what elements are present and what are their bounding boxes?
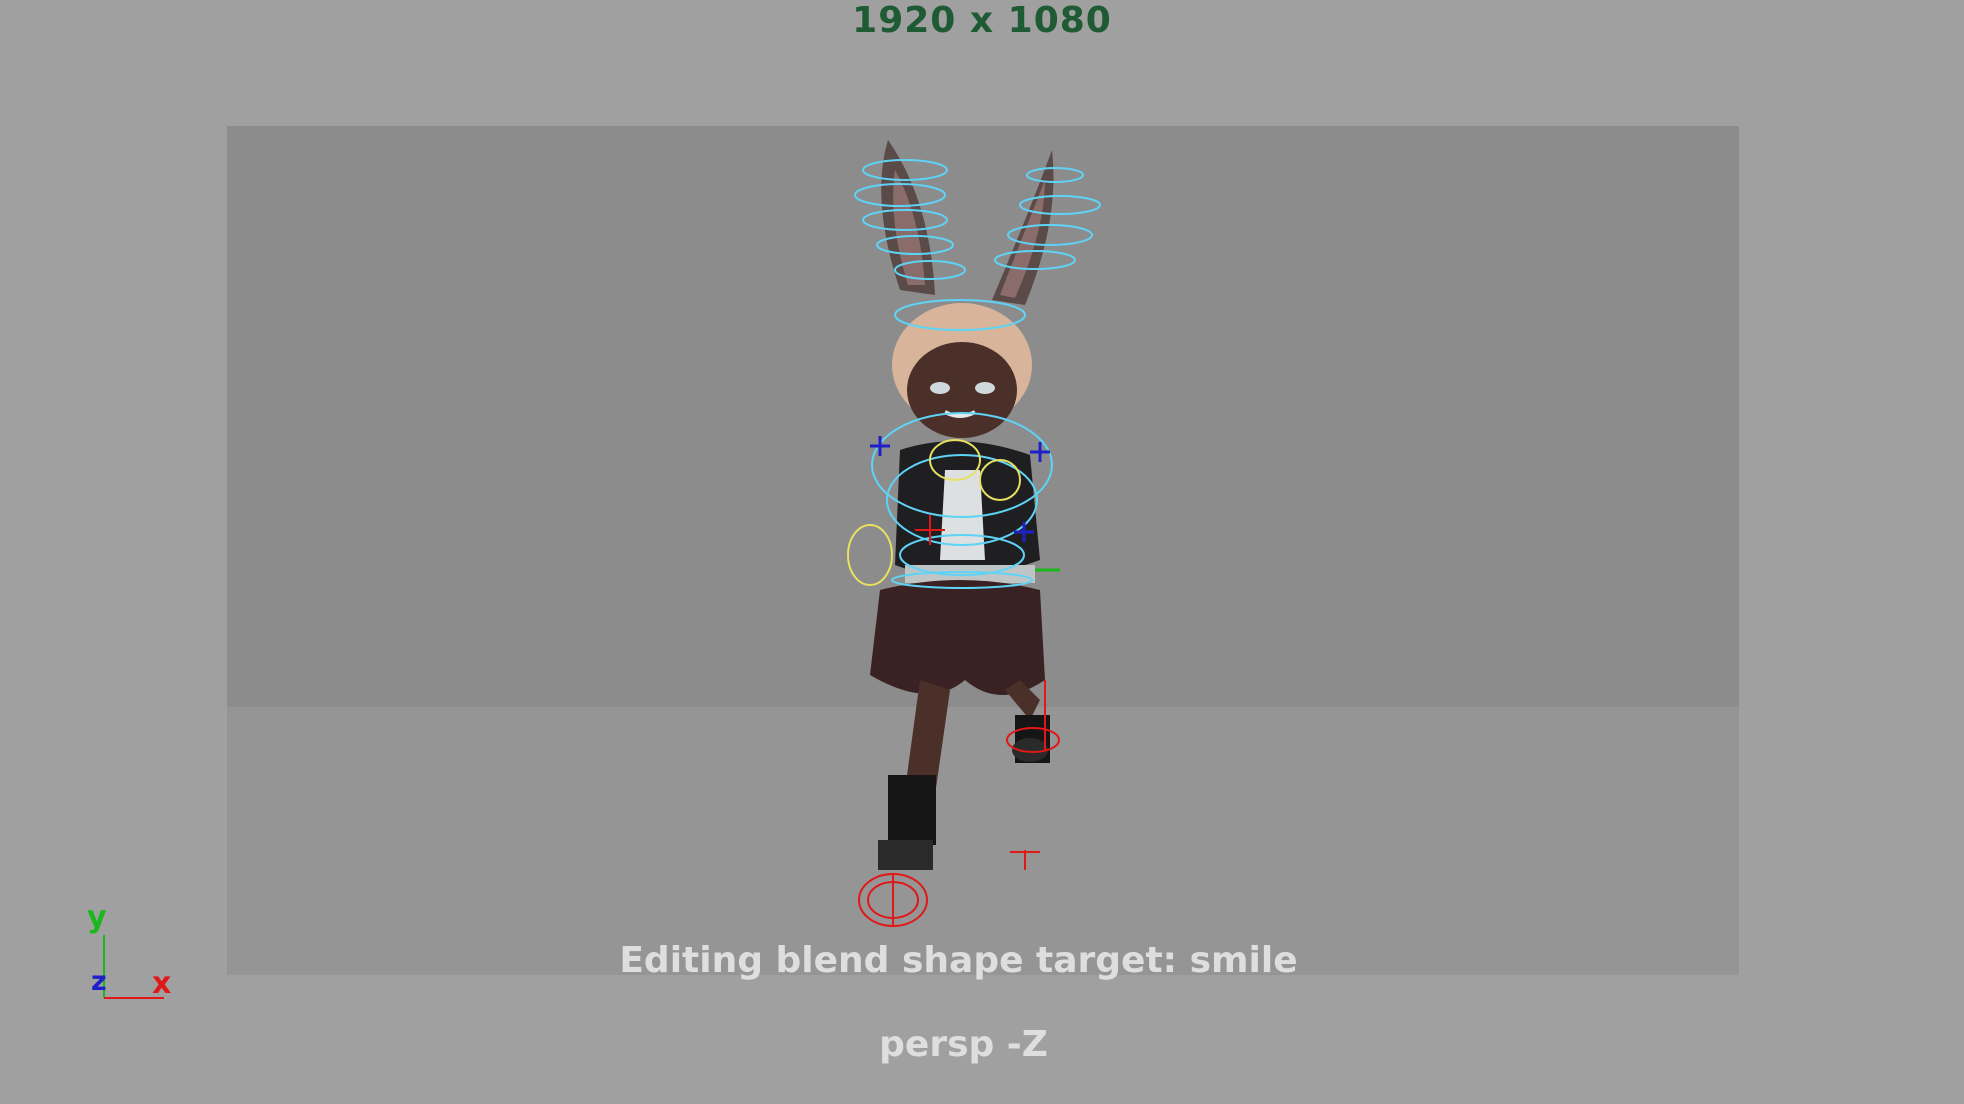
- legs: [878, 680, 1050, 870]
- shorts: [870, 580, 1045, 695]
- torso: [895, 441, 1040, 583]
- viewport-panel[interactable]: 1920 x 1080 y z x Editing blend shape ta…: [0, 0, 1964, 1104]
- head: [892, 303, 1032, 438]
- rigged-character[interactable]: [0, 0, 1964, 1104]
- bunny-ears: [881, 140, 1054, 305]
- axis-y-label: y: [87, 900, 107, 935]
- camera-name-label: persp -Z: [879, 1024, 1048, 1065]
- blend-shape-status: Editing blend shape target: smile: [619, 940, 1298, 981]
